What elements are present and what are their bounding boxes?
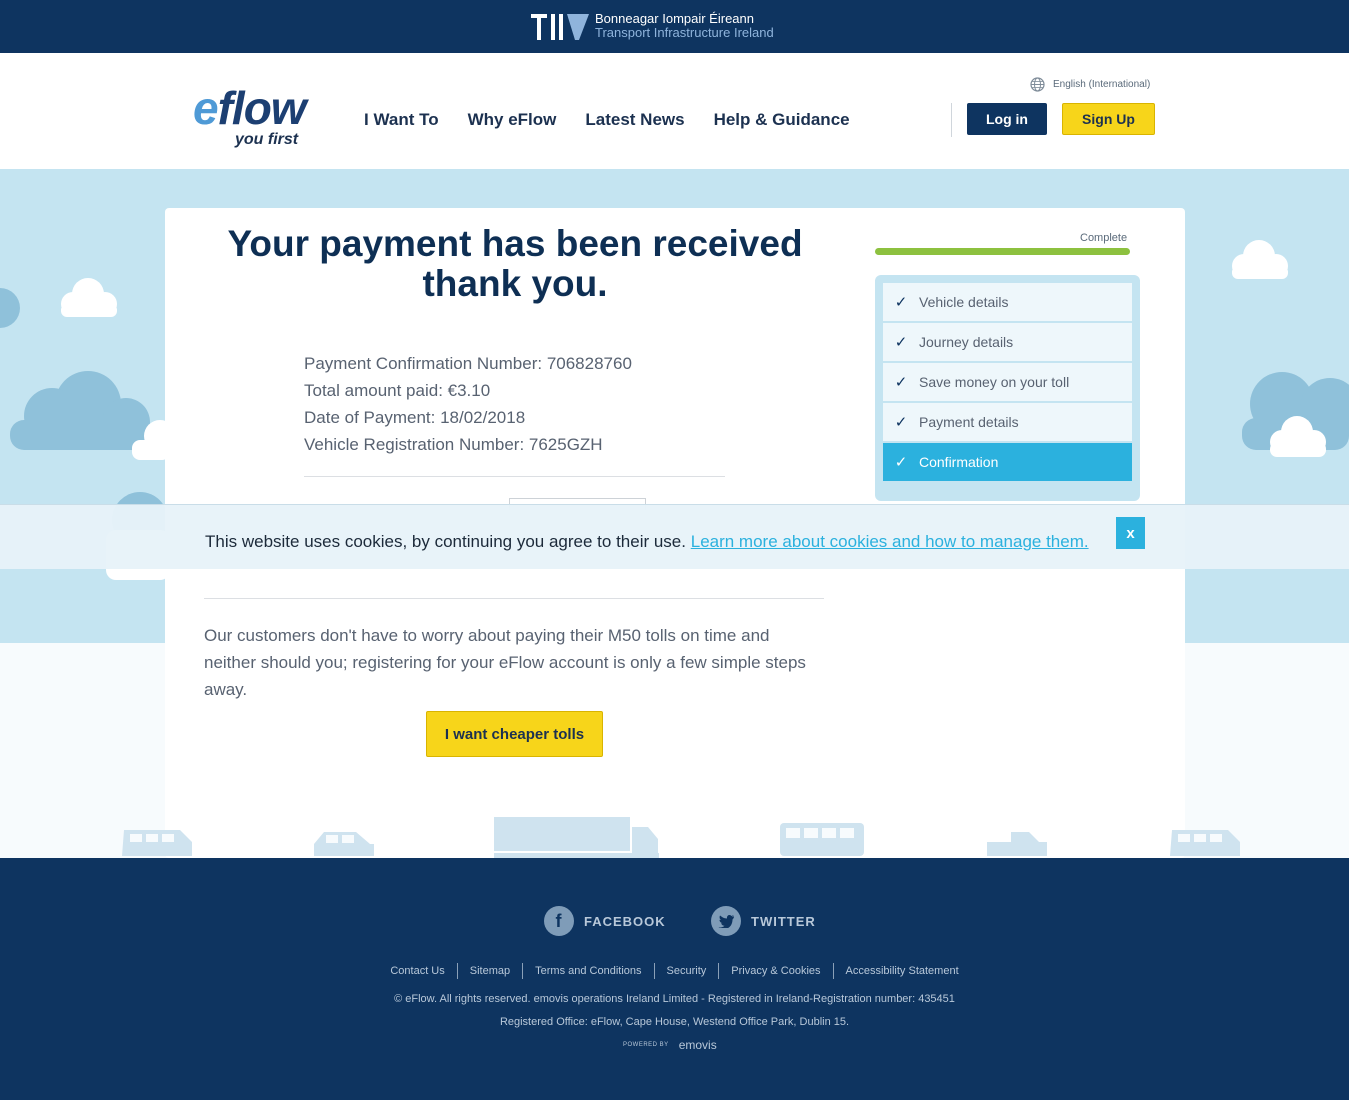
step-vehicle-details: ✓ Vehicle details: [883, 283, 1132, 323]
cookie-message: This website uses cookies, by continuing…: [205, 532, 1089, 552]
cookie-policy-link[interactable]: Learn more about cookies and how to mana…: [691, 532, 1089, 551]
site-footer: f FACEBOOK TWITTER Contact Us Sitemap Te…: [0, 858, 1349, 1100]
footer-link-privacy[interactable]: Privacy & Cookies: [718, 963, 832, 979]
divider: [304, 476, 725, 477]
vehicle-registration: Vehicle Registration Number: 7625GZH: [304, 435, 603, 454]
twitter-label: TWITTER: [751, 913, 816, 929]
cookie-close-button[interactable]: x: [1116, 517, 1145, 549]
footer-link-sitemap[interactable]: Sitemap: [456, 963, 522, 979]
step-label: Confirmation: [919, 454, 999, 470]
amount-paid: Total amount paid: €3.10: [304, 381, 491, 400]
truck-icon: [494, 817, 659, 858]
eflow-logo[interactable]: eflow you first: [193, 85, 348, 150]
footer-links: Contact Us Sitemap Terms and Conditions …: [0, 963, 1349, 979]
copyright-text: © eFlow. All rights reserved. emovis ope…: [394, 993, 955, 1005]
check-icon: ✓: [894, 454, 908, 471]
twitter-icon: [711, 906, 741, 936]
logo-tagline: you first: [235, 131, 299, 148]
page-title-line2: thank you.: [422, 263, 608, 304]
promo-text: Our customers don't have to worry about …: [204, 626, 806, 699]
steps-list: ✓ Vehicle details ✓ Journey details ✓ Sa…: [875, 275, 1140, 501]
step-label: Payment details: [919, 414, 1019, 430]
cookie-banner: This website uses cookies, by continuing…: [0, 504, 1349, 569]
payment-details: Payment Confirmation Number: 706828760 T…: [304, 350, 632, 458]
check-icon: ✓: [894, 334, 908, 351]
cloud-icon: [132, 420, 170, 460]
cloud-icon: [0, 288, 20, 328]
header-divider: [951, 103, 952, 137]
footer-link-accessibility[interactable]: Accessibility Statement: [832, 963, 971, 979]
step-label: Save money on your toll: [919, 374, 1070, 390]
step-journey-details: ✓ Journey details: [883, 323, 1132, 363]
page-title: Your payment has been received thank you…: [165, 224, 865, 304]
facebook-link[interactable]: f FACEBOOK: [544, 906, 666, 936]
step-confirmation: ✓ Confirmation: [883, 443, 1132, 483]
globe-icon: [1030, 77, 1045, 92]
check-icon: ✓: [894, 294, 908, 311]
registered-office-text: Registered Office: eFlow, Cape House, We…: [499, 1016, 850, 1028]
progress-bar: [875, 248, 1130, 255]
signup-button[interactable]: Sign Up: [1062, 103, 1155, 135]
main-nav: I Want To Why eFlow Latest News Help & G…: [364, 110, 879, 130]
site-header: eflow you first I Want To Why eFlow Late…: [0, 53, 1349, 169]
van-icon: [1170, 830, 1240, 856]
check-icon: ✓: [894, 374, 908, 391]
cloud-icon: [1270, 416, 1326, 457]
page-title-line1: Your payment has been received: [227, 223, 803, 264]
cloud-icon: [61, 278, 117, 317]
language-label: English (International): [1053, 79, 1151, 90]
step-payment-details: ✓ Payment details: [883, 403, 1132, 443]
logo-wordmark: eflow: [193, 82, 307, 134]
pickup-icon: [987, 832, 1047, 856]
footer-link-contact[interactable]: Contact Us: [378, 963, 456, 979]
nav-item-why-eflow[interactable]: Why eFlow: [468, 110, 557, 130]
tii-line1: Bonneagar Iompair Éireann: [595, 11, 754, 26]
login-button[interactable]: Log in: [967, 103, 1047, 135]
payment-date: Date of Payment: 18/02/2018: [304, 408, 526, 427]
step-label: Vehicle details: [919, 294, 1009, 310]
nav-item-latest-news[interactable]: Latest News: [585, 110, 684, 130]
car-icon: [314, 832, 374, 856]
cloud-icon: [1232, 240, 1288, 279]
facebook-label: FACEBOOK: [584, 913, 666, 929]
check-icon: ✓: [894, 414, 908, 431]
tii-bar: Bonneagar Iompair Éireann Transport Infr…: [0, 0, 1349, 53]
facebook-icon: f: [544, 906, 574, 936]
twitter-link[interactable]: TWITTER: [711, 906, 816, 936]
nav-item-help-guidance[interactable]: Help & Guidance: [714, 110, 850, 130]
tii-title: Bonneagar Iompair Éireann Transport Infr…: [595, 12, 774, 40]
footer-link-security[interactable]: Security: [653, 963, 719, 979]
tii-logo-icon: [531, 14, 589, 40]
bus-icon: [780, 823, 864, 856]
cheaper-tolls-button[interactable]: I want cheaper tolls: [426, 711, 603, 757]
van-icon: [122, 830, 192, 856]
step-save-money: ✓ Save money on your toll: [883, 363, 1132, 403]
progress-label: Complete: [1080, 232, 1128, 244]
powered-by: POWERED BY emovis: [623, 1038, 717, 1052]
powered-by-label: POWERED BY: [623, 1042, 669, 1048]
nav-item-i-want-to[interactable]: I Want To: [364, 110, 439, 130]
divider: [204, 598, 824, 599]
tii-line2: Transport Infrastructure Ireland: [595, 25, 774, 40]
step-label: Journey details: [919, 334, 1014, 350]
footer-link-terms[interactable]: Terms and Conditions: [522, 963, 653, 979]
cookie-text: This website uses cookies, by continuing…: [205, 532, 686, 551]
language-selector[interactable]: English (International): [1030, 77, 1150, 92]
confirmation-number: Payment Confirmation Number: 706828760: [304, 354, 632, 373]
emovis-logo: emovis: [678, 1038, 717, 1052]
